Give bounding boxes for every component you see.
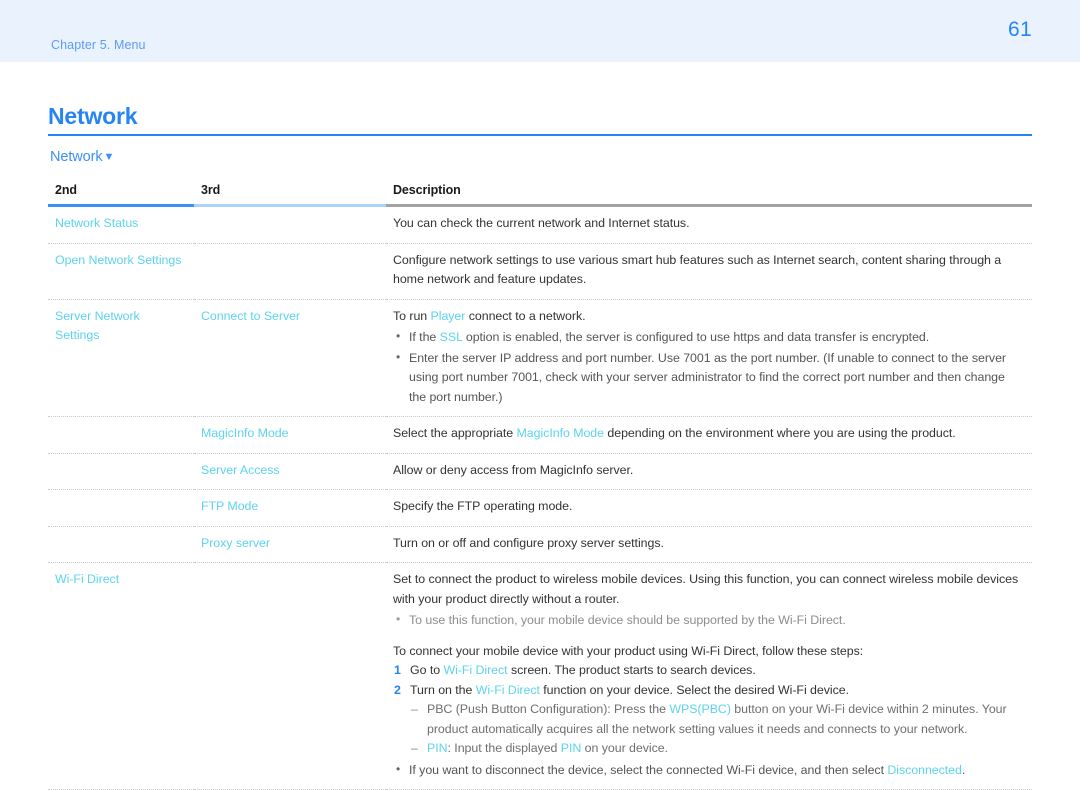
bullet-item-note: To use this function, your mobile device… bbox=[393, 610, 1024, 631]
cell-description: Specify the FTP operating mode. bbox=[386, 489, 1032, 527]
page-header-band: Chapter 5. Menu 61 bbox=[0, 0, 1080, 62]
dash-item: PIN: Input the displayed PIN on your dev… bbox=[410, 739, 1024, 759]
step-number: 2 bbox=[394, 682, 401, 697]
inline-menu-link[interactable]: Wi-Fi Direct bbox=[476, 683, 540, 697]
step-item: 1 Go to Wi-Fi Direct screen. The product … bbox=[393, 661, 1024, 681]
description-text: You can check the current network and In… bbox=[393, 216, 690, 230]
inline-menu-link[interactable]: PIN bbox=[427, 741, 448, 755]
table-row: Server Network Settings Connect to Serve… bbox=[48, 299, 1032, 417]
cell-3rd bbox=[194, 562, 386, 790]
bullet-item: If you want to disconnect the device, se… bbox=[393, 760, 1024, 781]
page-number: 61 bbox=[1008, 18, 1032, 41]
chevron-down-icon: ▼ bbox=[103, 151, 115, 163]
step-item: 2 Turn on the Wi-Fi Direct function on yo… bbox=[393, 681, 1024, 701]
inline-menu-link[interactable]: SSL bbox=[440, 330, 463, 344]
table-header-row: 2nd 3rd Description bbox=[48, 180, 1032, 207]
cell-3rd bbox=[194, 205, 386, 244]
table-header: 2nd 3rd Description bbox=[48, 180, 1032, 207]
description-text: Set to connect the product to wireless m… bbox=[393, 572, 1019, 606]
cell-description: Select the appropriate MagicInfo Mode de… bbox=[386, 416, 1032, 454]
cell-2nd[interactable]: Open Network Settings bbox=[48, 243, 194, 300]
text-fragment: connect to a network. bbox=[465, 308, 586, 323]
text-fragment: on your device. bbox=[581, 741, 668, 755]
description-text: Turn on or off and configure proxy serve… bbox=[393, 535, 664, 550]
subsection-label: Network bbox=[50, 149, 103, 165]
cell-3rd[interactable]: Connect to Server bbox=[194, 299, 386, 417]
description-text: Allow or deny access from MagicInfo serv… bbox=[393, 462, 634, 477]
inline-menu-link[interactable]: MagicInfo Mode bbox=[517, 426, 605, 440]
text-fragment: depending on the environment where you a… bbox=[604, 426, 956, 440]
inline-menu-link[interactable]: WPS(PBC) bbox=[669, 702, 731, 716]
text-fragment: option is enabled, the server is configu… bbox=[462, 330, 930, 344]
title-divider bbox=[48, 134, 1032, 136]
page-title: Network bbox=[48, 103, 138, 129]
bullet-item: If the SSL option is enabled, the server… bbox=[393, 327, 1024, 348]
description-text: Specify the FTP operating mode. bbox=[393, 499, 573, 513]
table-row: FTP Mode Specify the FTP operating mode. bbox=[48, 489, 1032, 527]
description-text: Select the appropriate MagicInfo Mode de… bbox=[393, 424, 1024, 444]
dash-item: PBC (Push Button Configuration): Press t… bbox=[410, 700, 1024, 739]
text-fragment: Select the appropriate bbox=[393, 426, 517, 440]
text-fragment: If the bbox=[409, 330, 440, 344]
column-header-3rd: 3rd bbox=[194, 180, 386, 207]
numbered-steps-list: 1 Go to Wi-Fi Direct screen. The product … bbox=[393, 661, 1024, 700]
inline-menu-link[interactable]: Disconnected bbox=[887, 763, 962, 777]
cell-2nd bbox=[48, 416, 194, 454]
dash-list: PBC (Push Button Configuration): Press t… bbox=[410, 700, 1024, 759]
description-text: To run Player connect to a network. bbox=[393, 307, 1024, 327]
menu-spec-table: 2nd 3rd Description Network Status You c… bbox=[48, 180, 1032, 790]
bullet-list: If the SSL option is enabled, the server… bbox=[393, 327, 1024, 408]
text-fragment: function on your device. Select the desi… bbox=[539, 682, 849, 697]
cell-2nd[interactable]: Server Network Settings bbox=[48, 299, 194, 417]
description-text: Configure network settings to use variou… bbox=[393, 252, 1002, 287]
text-fragment: screen. The product starts to search dev… bbox=[507, 663, 756, 677]
table-row: Network Status You can check the current… bbox=[48, 205, 1032, 244]
table-row: Open Network Settings Configure network … bbox=[48, 243, 1032, 300]
table-row: MagicInfo Mode Select the appropriate Ma… bbox=[48, 416, 1032, 454]
inline-menu-link[interactable]: Wi-Fi Direct bbox=[443, 663, 507, 677]
cell-description: Allow or deny access from MagicInfo serv… bbox=[386, 453, 1032, 490]
bullet-list: To use this function, your mobile device… bbox=[393, 610, 1024, 631]
bullet-list: If you want to disconnect the device, se… bbox=[393, 760, 1024, 781]
bullet-item: Enter the server IP address and port num… bbox=[393, 348, 1024, 408]
cell-2nd bbox=[48, 489, 194, 527]
cell-description: To run Player connect to a network. If t… bbox=[386, 299, 1032, 417]
cell-description: Turn on or off and configure proxy serve… bbox=[386, 526, 1032, 563]
steps-intro-text: To connect your mobile device with your … bbox=[393, 643, 864, 658]
table-row: Server Access Allow or deny access from … bbox=[48, 453, 1032, 490]
text-fragment: . bbox=[961, 762, 966, 777]
text-fragment: To run bbox=[393, 308, 431, 323]
column-header-description: Description bbox=[386, 180, 1032, 207]
cell-description: You can check the current network and In… bbox=[386, 205, 1032, 244]
text-fragment: PBC (Push Button Configuration): Press t… bbox=[427, 702, 670, 716]
cell-3rd[interactable]: Server Access bbox=[194, 453, 386, 490]
text-fragment: Turn on the bbox=[410, 682, 476, 697]
step-number: 1 bbox=[394, 663, 401, 677]
text-fragment: : Input the displayed bbox=[447, 741, 561, 755]
chapter-label: Chapter 5. Menu bbox=[51, 38, 146, 52]
table-row: Proxy server Turn on or off and configur… bbox=[48, 526, 1032, 563]
cell-2nd[interactable]: Wi-Fi Direct bbox=[48, 562, 194, 790]
table-row: Wi-Fi Direct Set to connect the product … bbox=[48, 562, 1032, 790]
text-fragment: If you want to disconnect the device, se… bbox=[409, 762, 888, 777]
subsection-heading: Network▼ bbox=[50, 149, 114, 165]
cell-2nd bbox=[48, 526, 194, 563]
cell-3rd[interactable]: FTP Mode bbox=[194, 489, 386, 527]
cell-description: Set to connect the product to wireless m… bbox=[386, 562, 1032, 790]
cell-3rd[interactable]: MagicInfo Mode bbox=[194, 416, 386, 454]
menu-spec-table-wrapper: 2nd 3rd Description Network Status You c… bbox=[48, 180, 1032, 790]
text-fragment: Go to bbox=[410, 663, 444, 677]
inline-menu-link[interactable]: Player bbox=[431, 309, 466, 323]
cell-2nd[interactable]: Network Status bbox=[48, 205, 194, 244]
cell-3rd bbox=[194, 243, 386, 300]
table-body: Network Status You can check the current… bbox=[48, 205, 1032, 790]
cell-description: Configure network settings to use variou… bbox=[386, 243, 1032, 300]
inline-menu-link[interactable]: PIN bbox=[561, 741, 582, 755]
column-header-2nd: 2nd bbox=[48, 180, 194, 207]
cell-3rd[interactable]: Proxy server bbox=[194, 526, 386, 563]
cell-2nd bbox=[48, 453, 194, 490]
